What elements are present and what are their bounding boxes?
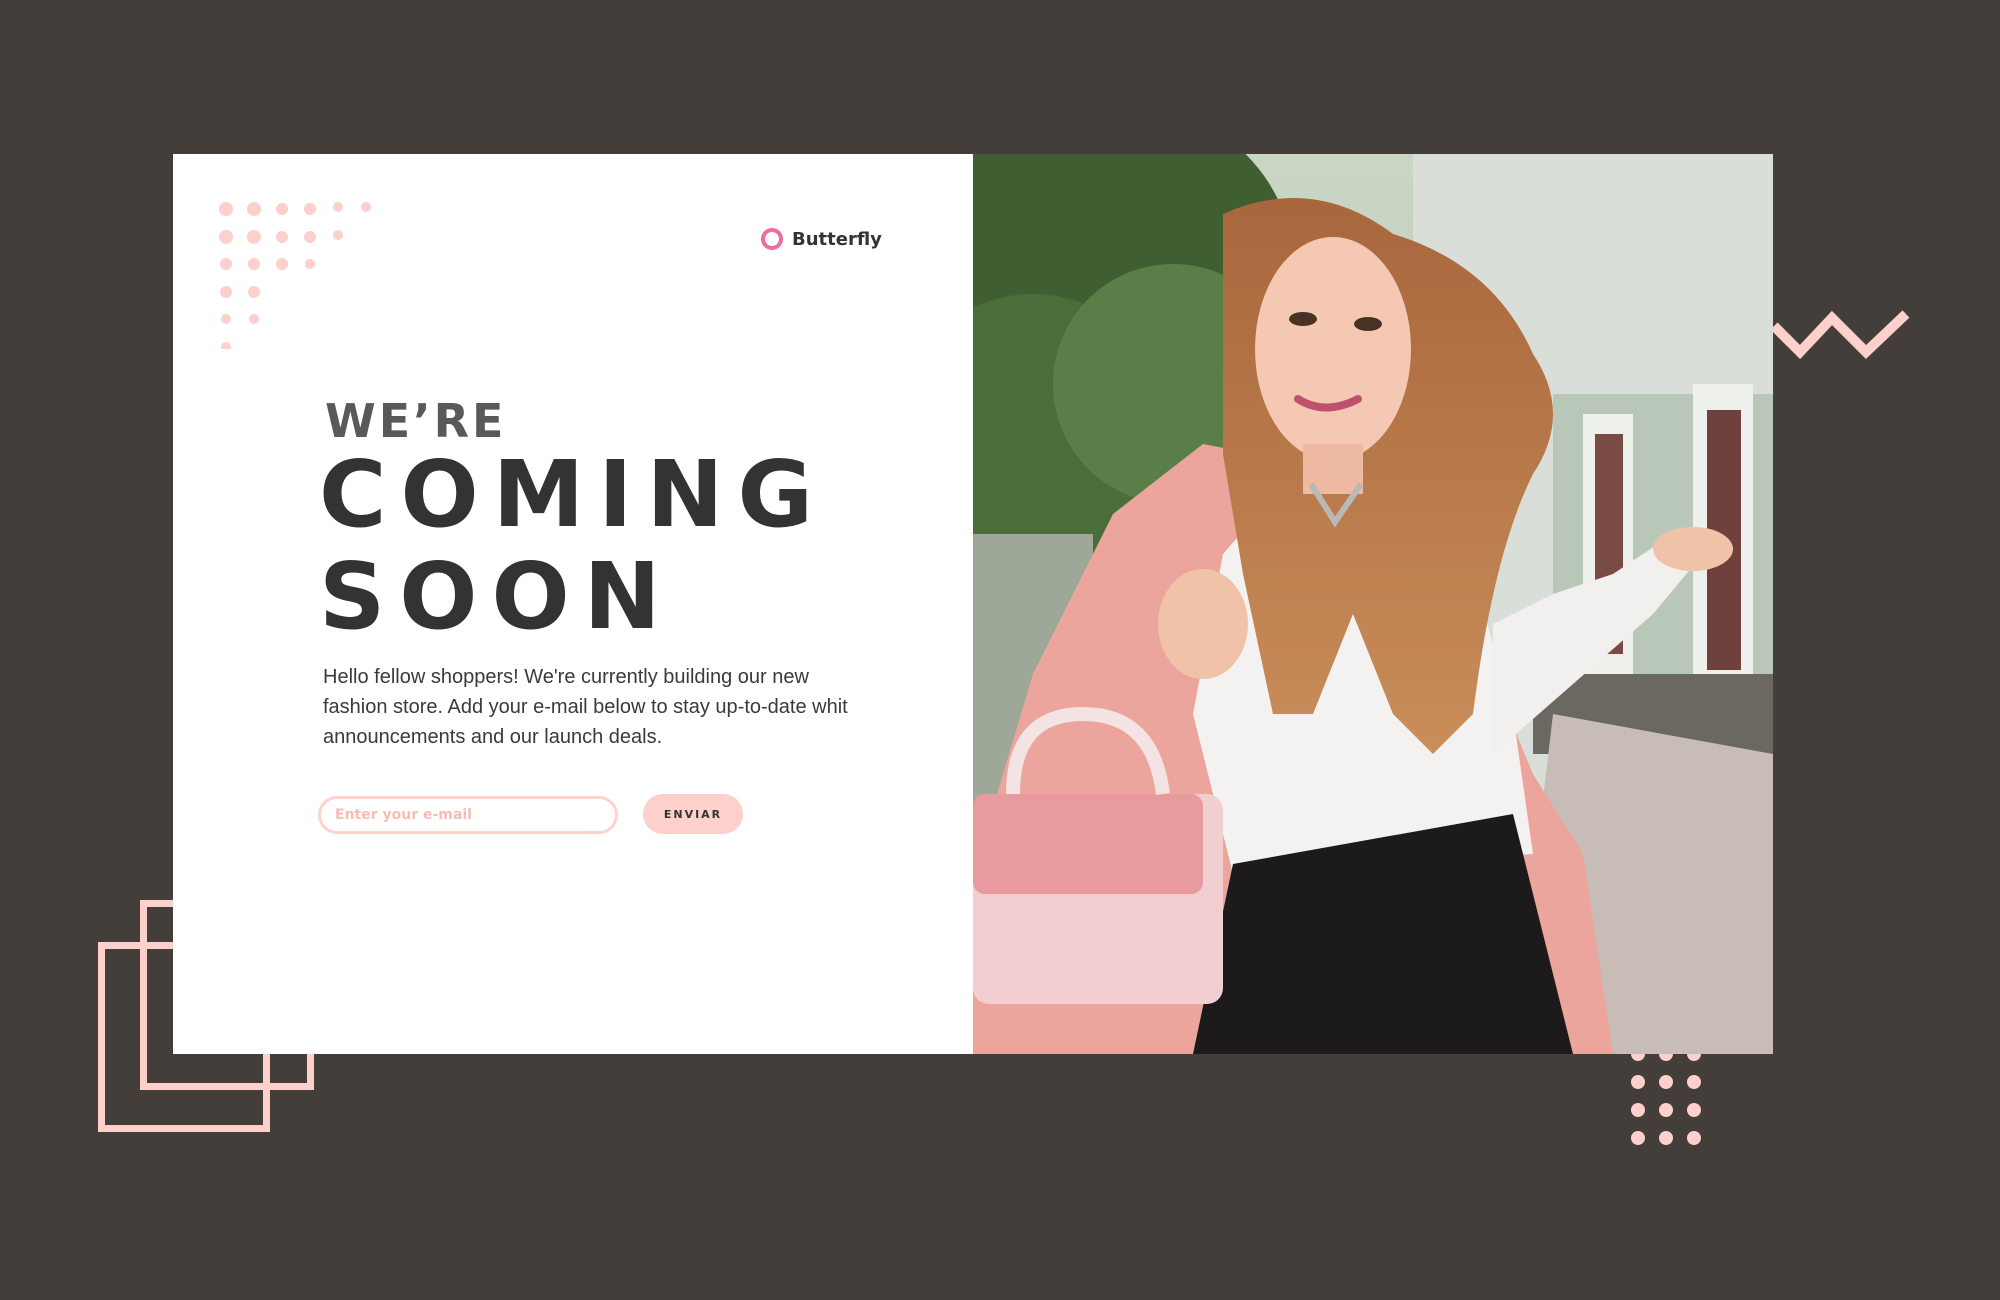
brand-name: Butterfly [792,228,882,250]
coming-soon-card: Butterfly WE’RE COMING SOON Hello fellow… [173,154,1773,1054]
hero-photo [973,154,1773,1054]
dot-triangle-decor-icon [219,202,371,349]
headline-soon: SOON [319,543,675,650]
ring-logo-icon [761,228,783,250]
headline-coming: COMING [319,441,828,548]
fashion-model-photo [973,154,1773,1054]
hero-description: Hello fellow shoppers! We're currently b… [323,666,848,748]
zigzag-decor-icon [1770,310,1910,360]
dot-grid-decor-icon [1631,1050,1701,1145]
email-input[interactable] [318,796,618,834]
brand-logo[interactable]: Butterfly [761,228,882,250]
content-panel: Butterfly WE’RE COMING SOON Hello fellow… [173,154,973,1054]
submit-button[interactable]: ENVIAR [643,794,743,834]
